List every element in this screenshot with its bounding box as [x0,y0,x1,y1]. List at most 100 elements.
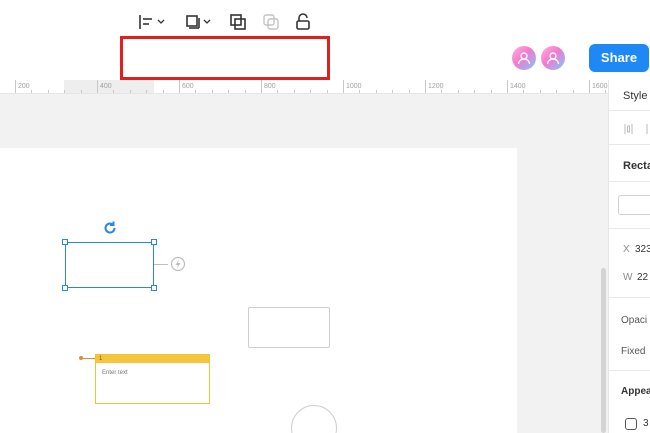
x-input[interactable]: 323 [635,244,650,255]
ruler-major-tick [507,80,508,93]
canvas-page[interactable] [0,148,517,433]
canvas-area[interactable]: 1 Enter text [0,94,608,433]
lightning-icon[interactable] [170,256,186,272]
ungroup-button[interactable] [261,12,281,32]
ruler-label: 600 [182,83,194,90]
collaborator-avatar[interactable] [541,46,565,70]
ruler-major-tick [179,80,180,93]
horizontal-ruler: 200 400 600 800 1000 1200 1400 1600 [0,80,608,94]
shape-type-select[interactable] [618,195,650,215]
sticky-note-header: 1 [96,355,209,363]
top-toolbar: Share [0,0,650,80]
user-icon [517,52,531,65]
ungroup-icon [263,14,279,30]
ruler-label: 1400 [510,83,526,90]
unlock-icon [296,13,310,30]
w-label: W [623,272,633,283]
sticky-note-text[interactable]: Enter text [96,363,209,376]
ruler-minor-tick [64,90,65,93]
panel-divider [609,144,650,145]
ruler-major-tick [343,80,344,93]
ruler-minor-tick [409,90,410,93]
ruler-minor-tick [327,90,328,93]
ruler-minor-tick [81,90,82,93]
ruler-minor-tick [48,90,49,93]
arrange-toolbar-group [120,36,330,80]
ruler-minor-tick [540,90,541,93]
ruler-minor-tick [310,90,311,93]
tab-style[interactable]: Style [623,90,647,102]
ruler-major-tick [15,80,16,93]
rectangle-shape[interactable] [248,307,330,348]
w-input[interactable]: 22 [637,272,648,283]
appearance-section-title: Appea [621,386,650,397]
arrange-dropdown[interactable] [184,12,214,32]
ruler-minor-tick [113,90,114,93]
ruler-minor-tick [294,90,295,93]
resize-handle[interactable] [62,285,68,291]
share-button[interactable]: Share [589,44,649,72]
align-dropdown[interactable] [137,12,167,32]
appearance-checkbox-label: 3 [643,418,649,429]
ruler-minor-tick [163,90,164,93]
properties-panel: Style Recta X 323 W 22 Opaci Fixed Appea… [608,80,650,433]
ruler-major-tick [425,80,426,93]
ruler-minor-tick [605,90,606,93]
resize-handle[interactable] [151,285,157,291]
panel-divider [609,370,650,371]
vertical-scrollbar[interactable] [601,268,606,433]
ruler-minor-tick [228,90,229,93]
appearance-checkbox[interactable] [625,418,637,430]
sticky-note[interactable]: 1 Enter text [95,354,210,404]
ruler-minor-tick [245,90,246,93]
panel-divider [609,110,650,111]
ruler-minor-tick [556,90,557,93]
ruler-label: 400 [100,83,112,90]
ruler-minor-tick [359,90,360,93]
align-left-icon [139,15,165,29]
ruler-minor-tick [146,90,147,93]
ruler-minor-tick [130,90,131,93]
ruler-minor-tick [376,90,377,93]
ruler-minor-tick [474,90,475,93]
ruler-label: 1000 [346,83,362,90]
ruler-minor-tick [491,90,492,93]
distribute-icon[interactable] [623,122,650,136]
collaborator-avatar[interactable] [512,46,536,70]
ruler-minor-tick [523,90,524,93]
ruler-minor-tick [277,90,278,93]
arrange-icon [186,15,211,29]
panel-divider [609,228,650,229]
arrow-line[interactable] [80,358,95,359]
resize-handle[interactable] [62,239,68,245]
ruler-minor-tick [31,90,32,93]
group-icon [230,14,246,30]
ruler-minor-tick [195,90,196,93]
ruler-label: 800 [264,83,276,90]
resize-handle[interactable] [151,239,157,245]
ruler-label: 1600 [592,83,608,90]
shape-section-title: Recta [623,160,650,172]
ruler-major-tick [97,80,98,93]
panel-divider [609,297,650,298]
lock-button[interactable] [293,12,313,32]
x-label: X [623,244,630,255]
user-icon [546,52,560,65]
panel-divider [609,181,650,182]
ruler-minor-tick [392,90,393,93]
fixed-label: Fixed [621,346,646,357]
ruler-minor-tick [458,90,459,93]
opacity-label: Opaci [621,315,648,326]
group-button[interactable] [228,12,248,32]
ruler-major-tick [589,80,590,93]
app-window: Share 200 400 600 800 1000 1200 1400 1600 1 [0,0,650,433]
ruler-label: 200 [18,83,30,90]
ruler-minor-tick [573,90,574,93]
selected-rectangle[interactable] [62,239,157,291]
rotate-icon[interactable] [102,220,118,236]
ruler-minor-tick [212,90,213,93]
connector-stub [154,264,168,265]
ruler-major-tick [261,80,262,93]
ruler-minor-tick [441,90,442,93]
ruler-label: 1200 [428,83,444,90]
